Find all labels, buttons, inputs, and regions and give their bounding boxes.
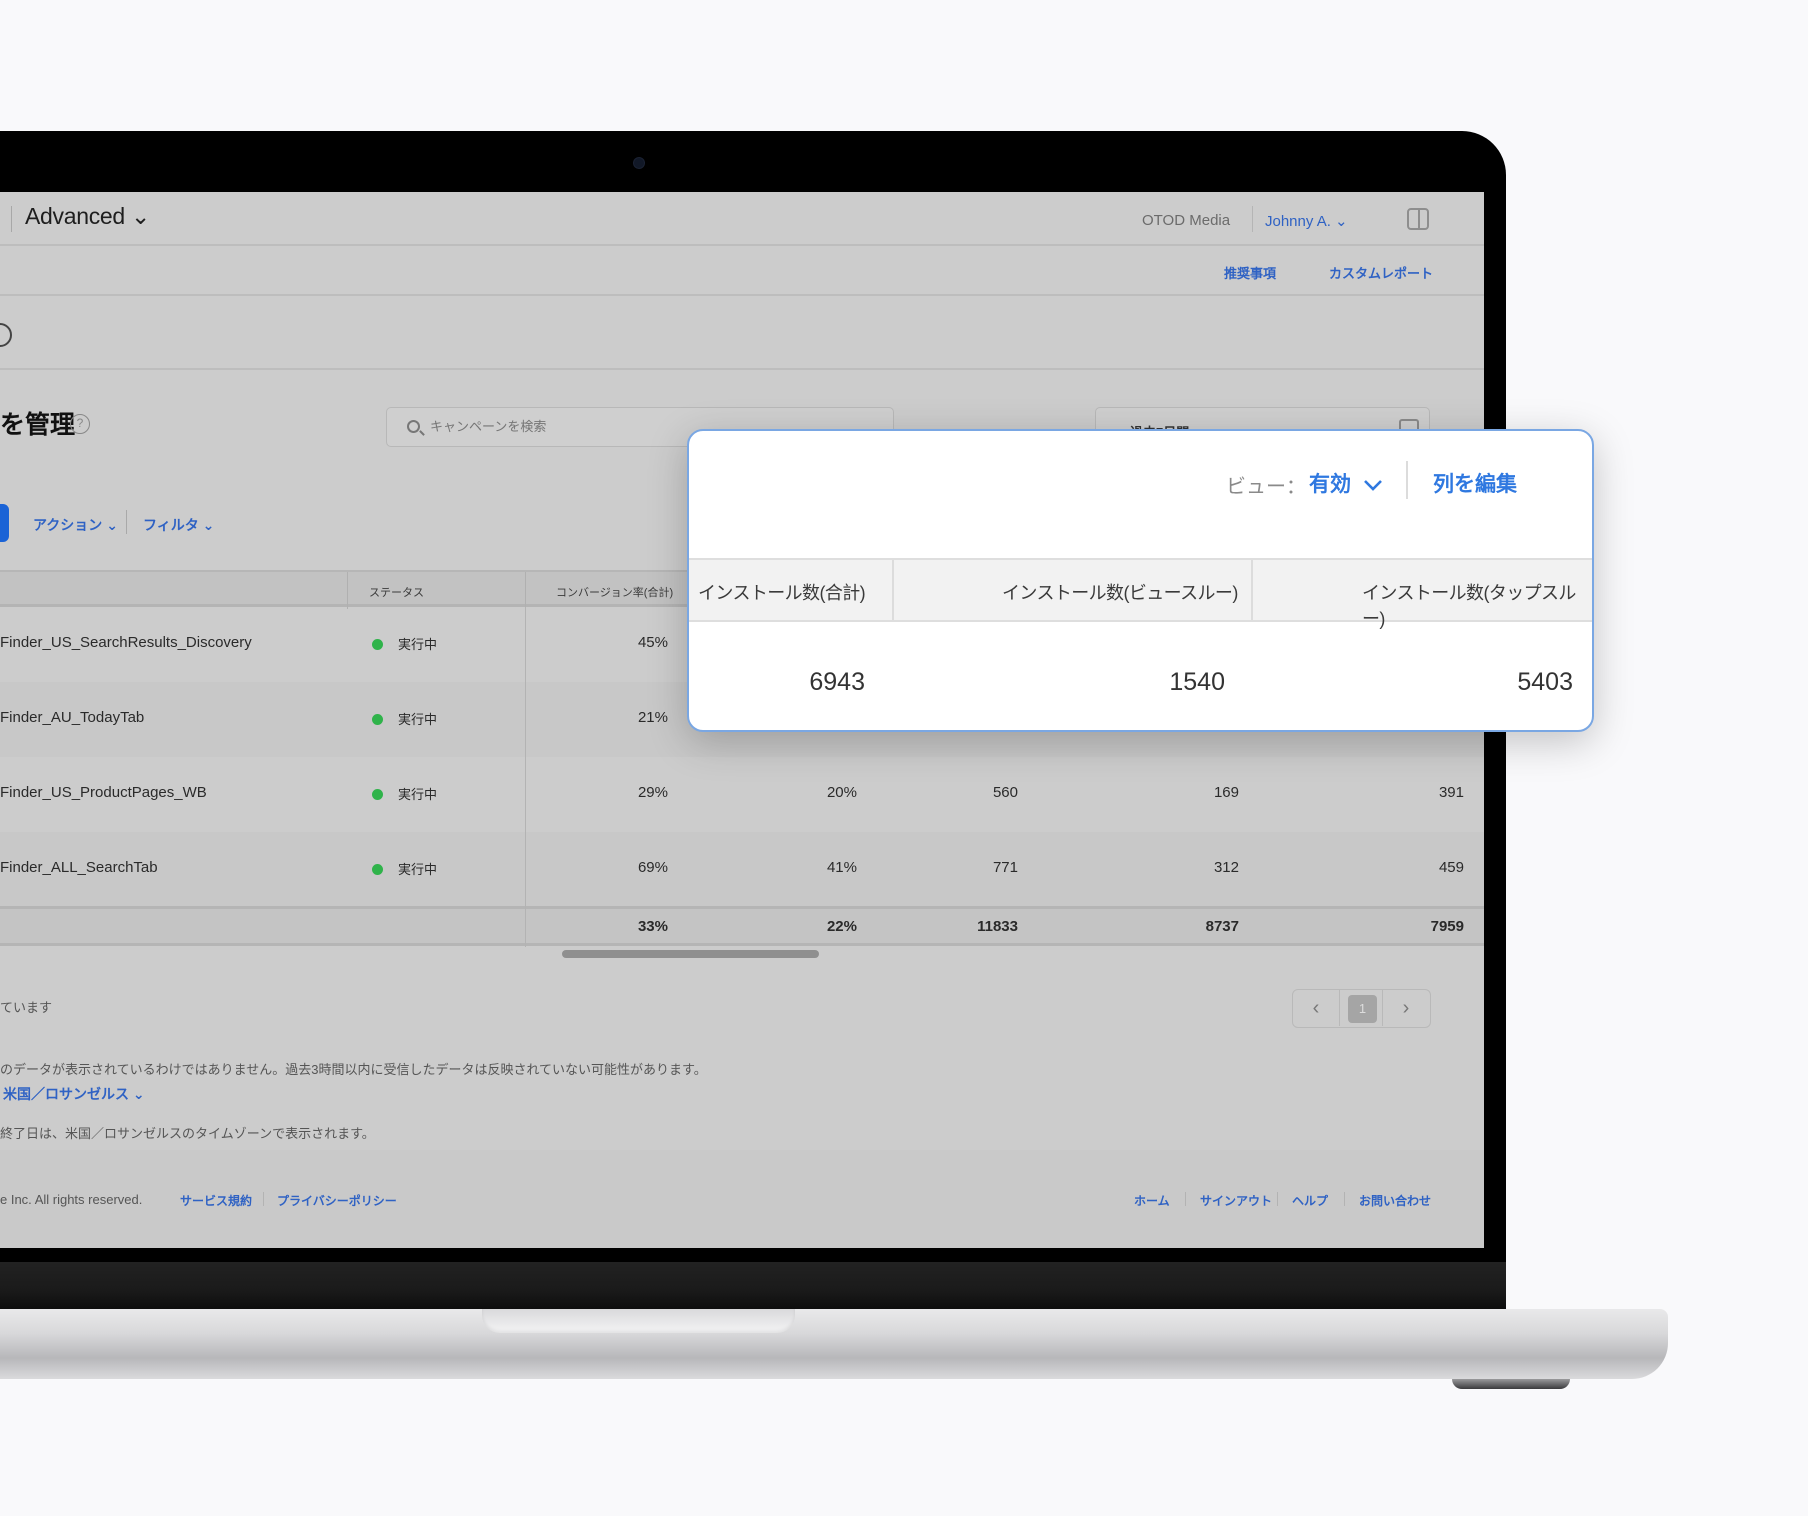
help-link[interactable]: ヘルプ xyxy=(1292,1192,1328,1209)
status-label: 実行中 xyxy=(398,712,438,727)
result-count-note: ています xyxy=(0,1000,53,1015)
nav-custom-reports[interactable]: カスタムレポート xyxy=(1329,263,1433,282)
clock-icon[interactable] xyxy=(0,323,12,347)
horizontal-scrollbar[interactable] xyxy=(562,950,819,958)
conversion-rate: 45% xyxy=(637,634,668,651)
status-running-icon xyxy=(372,714,383,725)
camera-icon xyxy=(634,158,644,168)
footer-divider xyxy=(1344,1192,1345,1206)
user-menu[interactable]: Johnny A. ⌄ xyxy=(1265,212,1348,230)
conversion-rate-2: 41% xyxy=(826,859,857,876)
column-header-installs-tap-through[interactable]: インストール数(タップスルー) xyxy=(1362,579,1592,631)
current-page[interactable]: 1 xyxy=(1348,995,1377,1023)
installs-view-through-value: 1540 xyxy=(1169,668,1225,696)
app-mode-menu[interactable]: Advanced ⌄ xyxy=(25,203,150,230)
copyright: e Inc. All rights reserved. xyxy=(0,1192,143,1207)
total-conversion-rate-2: 22% xyxy=(826,918,857,935)
divider xyxy=(0,244,1484,246)
status-label: 実行中 xyxy=(398,637,438,652)
laptop-base xyxy=(0,1309,1668,1379)
conversion-rate: 21% xyxy=(637,709,668,726)
column-header-installs-total[interactable]: インストール数(合計) xyxy=(698,579,866,605)
popup-table-header: インストール数(合計) インストール数(ビュースルー) インストール数(タップス… xyxy=(689,558,1592,629)
view-select[interactable]: 有効 xyxy=(1309,468,1383,498)
view-value: 有効 xyxy=(1309,473,1351,496)
column-view-popup: ビュー： 有効 列を編集 インストール数(合計) インストール数(ビュースルー)… xyxy=(687,429,1594,732)
column-header-status[interactable]: ステータス xyxy=(369,584,424,600)
installs-total: 771 xyxy=(992,859,1018,876)
contact-link[interactable]: お問い合わせ xyxy=(1359,1192,1431,1209)
laptop-foot xyxy=(1452,1379,1570,1389)
data-delay-note: のデータが表示されているわけではありません。過去3時間以内に受信したデータは反映… xyxy=(0,1062,707,1077)
pagination: ‹ 1 › xyxy=(1292,989,1431,1028)
total-installs: 11833 xyxy=(977,918,1018,935)
installs-total: 560 xyxy=(992,784,1018,801)
home-link[interactable]: ホーム xyxy=(1134,1192,1170,1209)
laptop-opening-notch xyxy=(482,1309,795,1333)
view-label: ビュー： xyxy=(1226,476,1306,498)
column-border xyxy=(347,572,348,609)
status-running-icon xyxy=(372,639,383,650)
toolbar-divider xyxy=(126,510,127,534)
installs-tap-through-value: 5403 xyxy=(1517,668,1573,696)
column-border xyxy=(525,572,526,609)
installs-view-through: 169 xyxy=(1213,784,1239,801)
conversion-rate-2: 20% xyxy=(826,784,857,801)
popup-divider xyxy=(1406,461,1408,499)
status-label: 実行中 xyxy=(398,862,438,877)
prev-page-button[interactable]: ‹ xyxy=(1293,990,1340,1026)
actions-menu[interactable]: アクション ⌄ xyxy=(33,515,118,535)
chevron-down-icon xyxy=(1363,480,1382,492)
terms-link[interactable]: サービス規約 xyxy=(180,1192,252,1209)
conversion-rate: 69% xyxy=(637,859,668,876)
table-totals-row: 33% 22% 11833 8737 7959 xyxy=(0,906,1484,946)
create-campaign-button[interactable] xyxy=(0,504,9,542)
table-row[interactable]: Finder_ALL_SearchTab 実行中 69% 41% 771 312… xyxy=(0,832,1484,907)
campaign-name[interactable]: Finder_US_ProductPages_WB xyxy=(0,784,207,801)
installs-total-value: 6943 xyxy=(809,668,865,696)
table-row[interactable]: Finder_US_ProductPages_WB 実行中 29% 20% 56… xyxy=(0,757,1484,832)
privacy-link[interactable]: プライバシーポリシー xyxy=(277,1192,397,1209)
column-border xyxy=(525,607,526,947)
campaign-name[interactable]: Finder_ALL_SearchTab xyxy=(0,859,158,876)
total-installs-view-through: 8737 xyxy=(1205,918,1239,935)
page-title: を管理 xyxy=(0,411,76,439)
footer: e Inc. All rights reserved. サービス規約 プライバシ… xyxy=(0,1150,1484,1248)
footer-divider xyxy=(1277,1192,1278,1206)
installs-tap-through: 459 xyxy=(1438,859,1464,876)
divider xyxy=(0,368,1484,370)
nav-recommendations[interactable]: 推奨事項 xyxy=(1224,263,1276,282)
total-conversion-rate: 33% xyxy=(637,918,668,935)
help-icon[interactable]: ? xyxy=(70,414,90,434)
org-name: OTOD Media xyxy=(1142,212,1231,229)
next-page-button[interactable]: › xyxy=(1382,990,1429,1026)
column-border xyxy=(892,560,894,620)
conversion-rate: 29% xyxy=(637,784,668,801)
search-icon xyxy=(407,420,420,433)
installs-view-through: 312 xyxy=(1213,859,1239,876)
header-divider xyxy=(11,206,12,232)
header-divider xyxy=(1252,206,1253,232)
filter-menu[interactable]: フィルタ ⌄ xyxy=(143,515,214,535)
column-header-installs-view-through[interactable]: インストール数(ビュースルー) xyxy=(1002,579,1238,605)
campaign-name[interactable]: Finder_AU_TodayTab xyxy=(0,709,144,726)
status-running-icon xyxy=(372,864,383,875)
sidebar-toggle-icon[interactable] xyxy=(1407,208,1429,230)
sign-out-link[interactable]: サインアウト xyxy=(1200,1192,1272,1209)
laptop-chin xyxy=(0,1262,1506,1310)
timezone-note: 終了日は、米国／ロサンゼルスのタイムゾーンで表示されます。 xyxy=(0,1126,375,1141)
campaign-name[interactable]: Finder_US_SearchResults_Discovery xyxy=(0,634,252,651)
timezone-menu[interactable]: 米国／ロサンゼルス ⌄ xyxy=(3,1084,145,1104)
footer-divider xyxy=(1185,1192,1186,1206)
total-installs-tap-through: 7959 xyxy=(1430,918,1464,935)
footer-divider xyxy=(263,1192,264,1206)
divider xyxy=(0,294,1484,296)
status-running-icon xyxy=(372,789,383,800)
installs-tap-through: 391 xyxy=(1438,784,1464,801)
edit-columns-button[interactable]: 列を編集 xyxy=(1433,468,1517,498)
status-label: 実行中 xyxy=(398,787,438,802)
column-border xyxy=(1251,560,1253,620)
column-header-conversion-rate[interactable]: コンバージョン率(合計) xyxy=(556,584,673,600)
